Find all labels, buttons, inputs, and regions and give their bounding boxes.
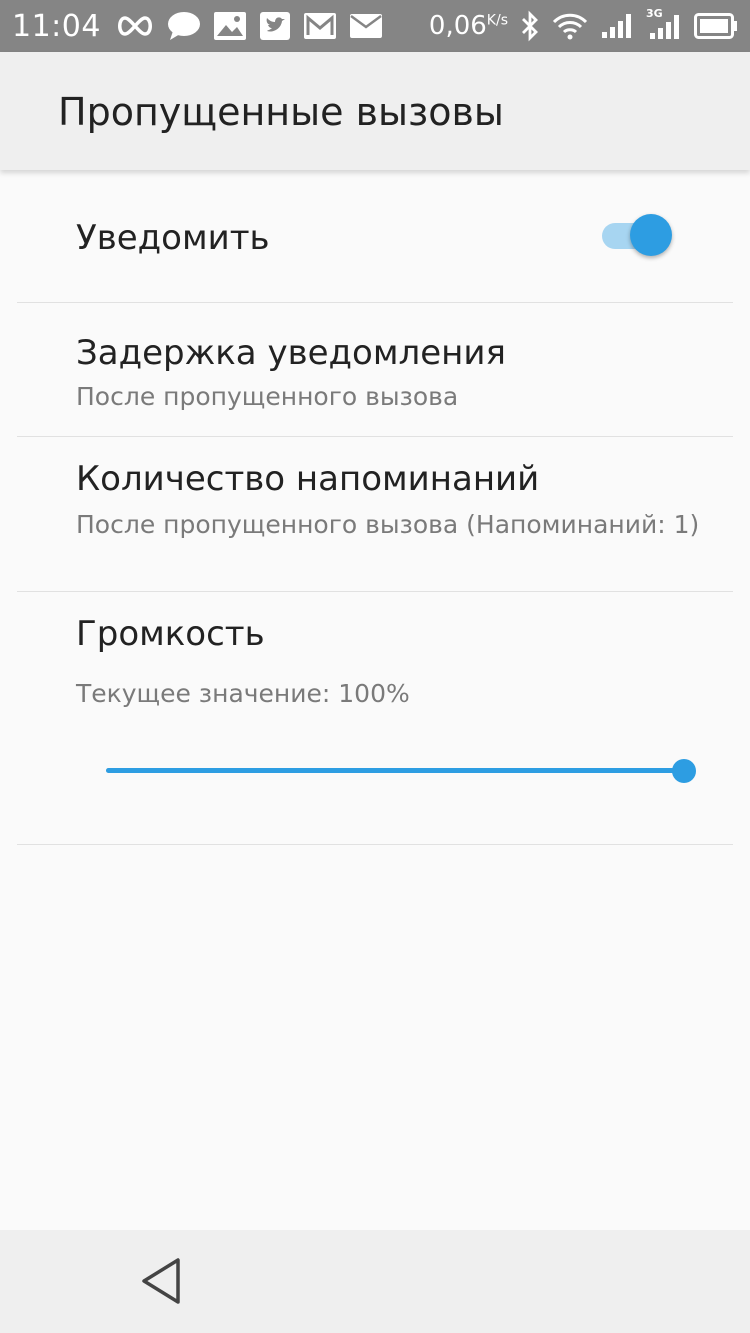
- signal-3g-icon: 3G: [646, 7, 682, 41]
- back-triangle-icon: [142, 1258, 180, 1304]
- pref-reminder-count[interactable]: Количество напоминаний После пропущенног…: [0, 437, 750, 591]
- network-speed-value: 0,06: [428, 11, 487, 41]
- network-speed-unit: K/s: [486, 12, 508, 29]
- pref-notify-title: Уведомить: [76, 218, 270, 258]
- screen: 11:04 0,06K/s 3G Пропущенные вызовы Увед…: [0, 0, 750, 1333]
- navigation-bar: [0, 1230, 750, 1333]
- twitter-icon: [259, 11, 291, 41]
- gmail-icon: [303, 12, 337, 40]
- volume-slider[interactable]: [106, 756, 698, 786]
- signal-icon: [600, 12, 634, 40]
- infinity-icon: [115, 14, 155, 38]
- image-icon: [213, 11, 247, 41]
- slider-thumb[interactable]: [672, 759, 696, 783]
- message-icon: [167, 11, 201, 41]
- divider: [17, 844, 733, 845]
- bluetooth-icon: [520, 10, 540, 42]
- system-icons: 0,06K/s 3G: [417, 7, 738, 42]
- pref-reminders-summary: После пропущенного вызова (Напоминаний: …: [76, 510, 700, 539]
- slider-track: [106, 768, 684, 773]
- pref-delay-title: Задержка уведомления: [76, 333, 506, 373]
- slider-fill: [106, 768, 684, 773]
- status-bar: 11:04 0,06K/s 3G: [0, 0, 750, 52]
- pref-delay-summary: После пропущенного вызова: [76, 382, 459, 411]
- toggle-thumb: [630, 214, 672, 256]
- battery-icon: [694, 13, 738, 39]
- wifi-icon: [552, 11, 588, 41]
- network-type-label: 3G: [646, 7, 663, 20]
- pref-volume-summary: Текущее значение: 100%: [76, 679, 410, 708]
- network-speed: 0,06K/s: [429, 11, 508, 41]
- email-icon: [349, 13, 383, 39]
- pref-volume-title: Громкость: [76, 614, 265, 654]
- pref-volume: Громкость Текущее значение: 100%: [0, 592, 750, 844]
- back-button[interactable]: [136, 1254, 190, 1308]
- toolbar: Пропущенные вызовы: [0, 52, 750, 170]
- status-time: 11:04: [12, 8, 101, 44]
- page-title: Пропущенные вызовы: [58, 90, 504, 134]
- notification-icons: [115, 11, 395, 41]
- notify-toggle[interactable]: [600, 214, 676, 258]
- pref-notification-delay[interactable]: Задержка уведомления После пропущенного …: [0, 303, 750, 436]
- pref-reminders-title: Количество напоминаний: [76, 459, 540, 499]
